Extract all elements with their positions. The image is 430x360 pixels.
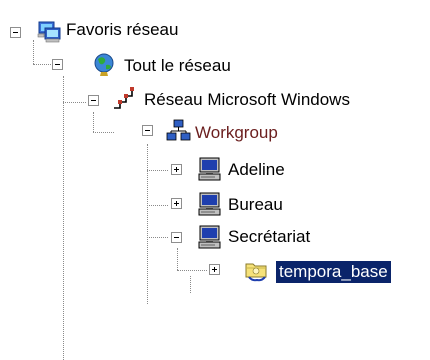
tree-item-favoris-reseau[interactable]: Favoris réseau <box>66 19 178 41</box>
tree-line <box>33 64 53 65</box>
computer-icon[interactable] <box>197 191 223 217</box>
network-favorites-icon[interactable] <box>37 19 63 45</box>
tree-line <box>63 76 64 360</box>
tree-line <box>147 205 168 206</box>
tree-line <box>33 40 34 64</box>
tree-line <box>147 237 168 238</box>
expand-toggle[interactable] <box>171 164 182 175</box>
tree-item-secretariat[interactable]: Secrétariat <box>228 226 310 248</box>
tree-item-adeline[interactable]: Adeline <box>228 159 285 181</box>
tree-item-tout-le-reseau[interactable]: Tout le réseau <box>124 55 231 77</box>
workgroup-icon[interactable] <box>166 118 192 144</box>
tree-line <box>63 102 86 103</box>
collapse-toggle[interactable] <box>88 95 99 106</box>
tree-item-reseau-microsoft-windows[interactable]: Réseau Microsoft Windows <box>144 89 350 111</box>
tree-item-bureau[interactable]: Bureau <box>228 194 283 216</box>
tree-item-tempora-base[interactable]: tempora_base <box>276 261 391 283</box>
tree-line <box>147 144 148 304</box>
network-tree: Favoris réseau Tout le réseau Réseau Mic… <box>0 0 430 360</box>
tree-line <box>93 132 114 133</box>
expand-toggle[interactable] <box>209 264 220 275</box>
tree-line <box>93 112 94 132</box>
collapse-toggle[interactable] <box>52 59 63 70</box>
tree-line <box>190 276 191 293</box>
tree-item-workgroup[interactable]: Workgroup <box>195 122 278 144</box>
computer-icon[interactable] <box>197 156 223 182</box>
collapse-toggle[interactable] <box>10 27 21 38</box>
collapse-toggle[interactable] <box>142 125 153 136</box>
network-cable-icon[interactable] <box>112 86 138 112</box>
computer-icon[interactable] <box>197 224 223 250</box>
expand-toggle[interactable] <box>171 198 182 209</box>
tree-line <box>177 270 207 271</box>
shared-folder-icon[interactable] <box>244 258 270 284</box>
globe-icon[interactable] <box>92 52 118 78</box>
collapse-toggle[interactable] <box>171 232 182 243</box>
tree-line <box>177 248 178 270</box>
tree-line <box>147 170 168 171</box>
